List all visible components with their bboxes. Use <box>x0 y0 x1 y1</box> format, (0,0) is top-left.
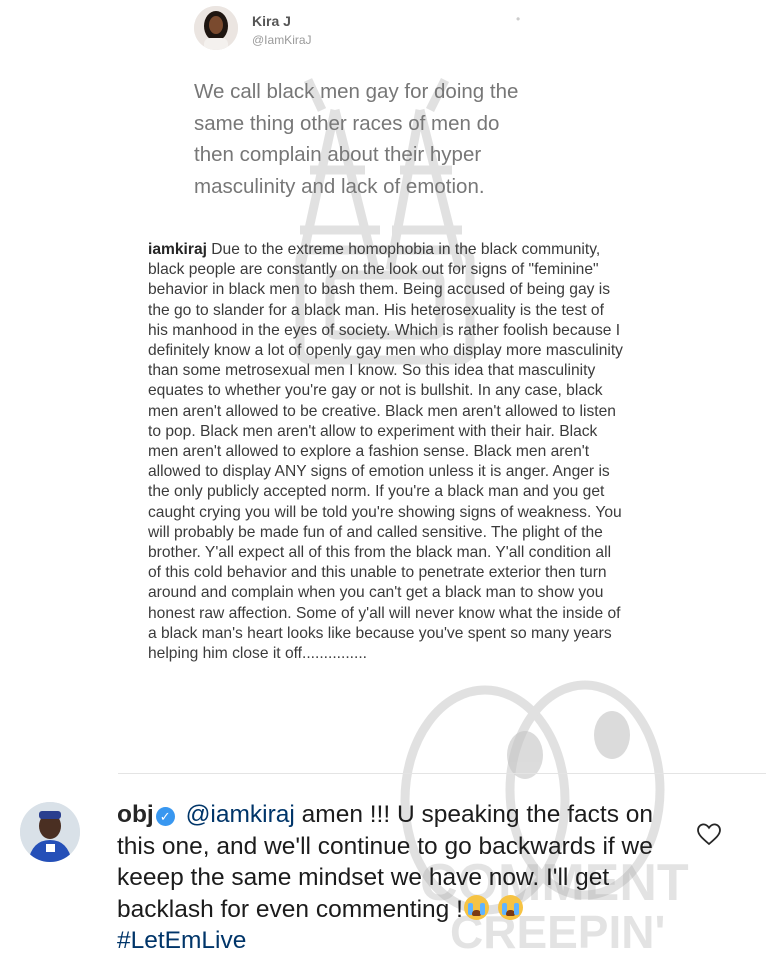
tweet-author-handle[interactable]: @IamKiraJ <box>252 33 312 47</box>
comment: obj ✓ @iamkiraj amen !!! U speaking the f… <box>0 786 766 958</box>
comment-hashtag[interactable]: #LetEmLive <box>117 927 246 954</box>
caption-username[interactable]: iamkiraj <box>148 241 207 258</box>
loudly-crying-face-icon <box>497 894 523 920</box>
tweet-card: Kira J @IamKiraJ • We call black men gay… <box>190 0 530 236</box>
avatar-image <box>20 802 80 862</box>
comment-mention[interactable]: @iamkiraj <box>186 801 295 828</box>
heart-outline-icon[interactable] <box>696 822 722 846</box>
dot-icon: • <box>516 12 521 26</box>
divider <box>118 773 766 774</box>
post-caption: iamkiraj Due to the extreme homophobia i… <box>148 240 628 664</box>
comment-username[interactable]: obj <box>117 801 154 828</box>
verified-badge-icon: ✓ <box>155 807 175 826</box>
loudly-crying-face-icon <box>463 894 489 920</box>
avatar-image <box>194 6 238 50</box>
comment-text: obj ✓ @iamkiraj amen !!! U speaking the f… <box>117 799 657 957</box>
avatar[interactable] <box>20 802 80 862</box>
caption-text: Due to the extreme homophobia in the bla… <box>148 241 623 663</box>
avatar[interactable] <box>194 6 238 50</box>
tweet-text: We call black men gay for doing the same… <box>194 80 519 198</box>
tweet-author-name[interactable]: Kira J <box>252 13 291 29</box>
